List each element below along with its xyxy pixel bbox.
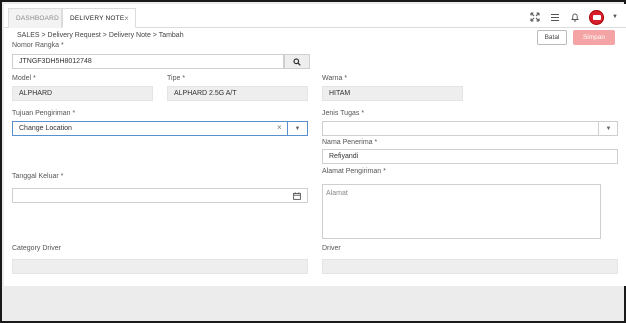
save-button[interactable]: Simpan [573, 30, 615, 45]
required-mark: * [182, 75, 186, 82]
header-actions: ▼ [529, 8, 618, 26]
model-label-text: Model [12, 75, 32, 82]
warna-field: HITAM [322, 86, 463, 101]
app-window: DASHBOARD DELIVERY NOTE × ▼ SALES > Deli… [0, 0, 626, 323]
tujuan-pengiriman-select[interactable]: Change Location [12, 121, 308, 136]
jenis-tugas-select[interactable] [322, 121, 618, 136]
search-icon [293, 57, 301, 66]
main-content: SALES > Delivery Request > Delivery Note… [4, 28, 626, 286]
model-field: ALPHARD [12, 86, 153, 101]
tanggal-keluar-field[interactable] [12, 188, 308, 203]
required-mark: * [33, 75, 36, 82]
required-mark: * [374, 139, 378, 146]
alamat-placeholder: Alamat [326, 190, 348, 197]
chevron-down-icon[interactable]: ▼ [287, 121, 307, 136]
tab-delivery-note-label: DELIVERY NOTE [70, 15, 125, 22]
tujuan-pengiriman-label-text: Tujuan Pengiriman [12, 110, 71, 117]
tab-delivery-note[interactable]: DELIVERY NOTE × [62, 8, 136, 28]
tab-dashboard[interactable]: DASHBOARD [8, 8, 62, 28]
tujuan-pengiriman-value: Change Location [19, 125, 72, 132]
alamat-pengiriman-textarea[interactable]: Alamat [322, 184, 601, 239]
nama-penerima-field[interactable]: Refiyandi [322, 149, 618, 164]
breadcrumb: SALES > Delivery Request > Delivery Note… [17, 32, 184, 39]
nomor-rangka-field[interactable]: JTNGF3DH5H8012748 [12, 54, 284, 69]
required-mark: * [383, 168, 386, 175]
avatar-glyph [592, 14, 601, 20]
driver-label-text: Driver [322, 245, 341, 252]
tipe-label: Tipe * [167, 75, 185, 82]
tipe-label-text: Tipe [167, 75, 181, 82]
alamat-pengiriman-label: Alamat Pengiriman * [322, 168, 386, 175]
alamat-pengiriman-label-text: Alamat Pengiriman [322, 168, 382, 175]
required-mark: * [60, 173, 64, 180]
model-label: Model * [12, 75, 36, 82]
driver-field[interactable] [322, 259, 618, 274]
category-driver-label: Category Driver [12, 245, 61, 252]
jenis-tugas-label: Jenis Tugas * [322, 110, 364, 117]
chevron-down-icon[interactable]: ▼ [598, 121, 618, 136]
search-button[interactable] [284, 54, 310, 69]
required-mark: * [61, 42, 64, 49]
tujuan-pengiriman-label: Tujuan Pengiriman * [12, 110, 75, 117]
cancel-button[interactable]: Batal [537, 30, 567, 45]
category-driver-field[interactable] [12, 259, 308, 274]
category-driver-label-text: Category Driver [12, 245, 62, 252]
warna-label-text: Warna [322, 75, 343, 82]
nama-penerima-label: Nama Penerima * [322, 139, 377, 146]
bell-icon[interactable] [569, 11, 581, 23]
tanggal-keluar-label: Tanggal Keluar * [12, 173, 63, 180]
tanggal-keluar-label-text: Tanggal Keluar [12, 173, 59, 180]
top-bar: DASHBOARD DELIVERY NOTE × ▼ [4, 4, 626, 28]
close-tab-icon[interactable]: × [124, 9, 129, 29]
required-mark: * [361, 110, 365, 117]
nama-penerima-label-text: Nama Penerima [322, 139, 373, 146]
calendar-icon[interactable] [287, 188, 307, 203]
chevron-down-icon[interactable]: ▼ [612, 14, 618, 20]
driver-label: Driver [322, 245, 341, 252]
nomor-rangka-label-text: Nomor Rangka [12, 42, 60, 49]
menu-icon[interactable] [549, 11, 561, 23]
required-mark: * [344, 75, 348, 82]
jenis-tugas-label-text: Jenis Tugas [322, 110, 360, 117]
avatar[interactable] [589, 9, 605, 25]
nomor-rangka-label: Nomor Rangka * [12, 42, 64, 49]
expand-icon[interactable] [529, 11, 541, 23]
required-mark: * [72, 110, 76, 117]
clear-icon[interactable]: × [277, 123, 282, 132]
tipe-field: ALPHARD 2.5G A/T [167, 86, 308, 101]
warna-label: Warna * [322, 75, 347, 82]
